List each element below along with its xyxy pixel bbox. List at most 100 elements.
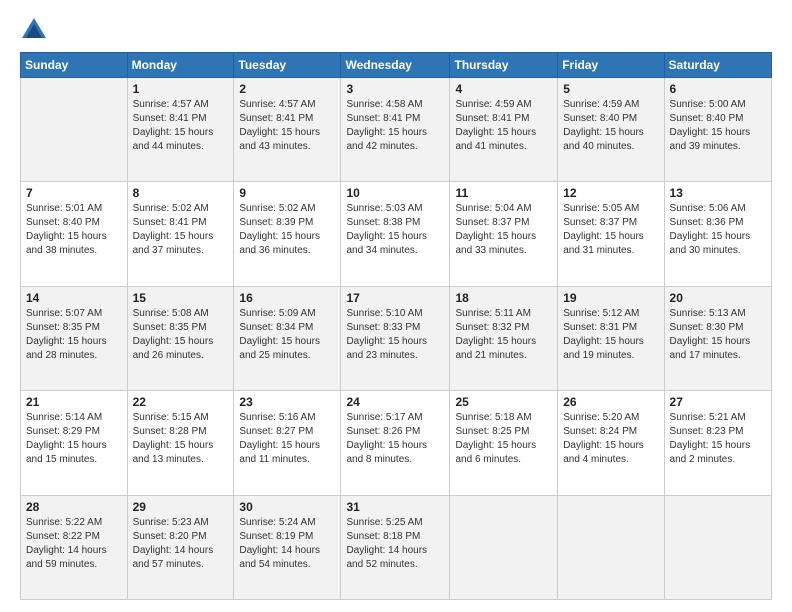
cell-date-number: 26 (563, 395, 658, 409)
calendar-cell: 8 Sunrise: 5:02 AM Sunset: 8:41 PM Daylig… (127, 182, 234, 286)
cell-date-number: 12 (563, 186, 658, 200)
cell-info-text: Sunrise: 4:58 AM Sunset: 8:41 PM Dayligh… (346, 98, 444, 154)
cell-date-number: 4 (455, 82, 552, 96)
cell-info-text: Sunrise: 5:23 AM Sunset: 8:20 PM Dayligh… (133, 516, 229, 572)
cell-info-text: Sunrise: 4:57 AM Sunset: 8:41 PM Dayligh… (133, 98, 229, 154)
cell-date-number: 21 (26, 395, 122, 409)
calendar-cell: 11Sunrise: 5:04 AM Sunset: 8:37 PM Dayli… (450, 182, 558, 286)
cell-info-text: Sunrise: 5:13 AM Sunset: 8:30 PM Dayligh… (670, 307, 766, 363)
day-header-wednesday: Wednesday (341, 53, 450, 78)
cell-date-number: 1 (133, 82, 229, 96)
cell-info-text: Sunrise: 5:07 AM Sunset: 8:35 PM Dayligh… (26, 307, 122, 363)
cell-date-number: 2 (239, 82, 335, 96)
calendar-cell: 16 Sunrise: 5:09 AM Sunset: 8:34 PM Dayli… (234, 286, 341, 390)
cell-info-text: Sunrise: 5:21 AM Sunset: 8:23 PM Dayligh… (670, 411, 766, 467)
cell-date-number: 23 (239, 395, 335, 409)
calendar-cell: 15 Sunrise: 5:08 AM Sunset: 8:35 PM Dayli… (127, 286, 234, 390)
cell-info-text: Sunrise: 5:04 AM Sunset: 8:37 PM Dayligh… (455, 202, 552, 258)
cell-date-number: 25 (455, 395, 552, 409)
day-header-sunday: Sunday (21, 53, 128, 78)
cell-date-number: 7 (26, 186, 122, 200)
calendar-cell: 26 Sunrise: 5:20 AM Sunset: 8:24 PM Dayli… (558, 391, 664, 495)
calendar-cell: 6 Sunrise: 5:00 AM Sunset: 8:40 PM Daylig… (664, 78, 771, 182)
cell-info-text: Sunrise: 5:16 AM Sunset: 8:27 PM Dayligh… (239, 411, 335, 467)
cell-date-number: 20 (670, 291, 766, 305)
cell-date-number: 3 (346, 82, 444, 96)
cell-date-number: 28 (26, 500, 122, 514)
cell-date-number: 29 (133, 500, 229, 514)
cell-info-text: Sunrise: 5:02 AM Sunset: 8:39 PM Dayligh… (239, 202, 335, 258)
day-header-monday: Monday (127, 53, 234, 78)
day-header-tuesday: Tuesday (234, 53, 341, 78)
calendar-cell: 23 Sunrise: 5:16 AM Sunset: 8:27 PM Dayli… (234, 391, 341, 495)
calendar-cell: 4 Sunrise: 4:59 AM Sunset: 8:41 PM Daylig… (450, 78, 558, 182)
cell-date-number: 27 (670, 395, 766, 409)
cell-info-text: Sunrise: 5:05 AM Sunset: 8:37 PM Dayligh… (563, 202, 658, 258)
cell-date-number: 30 (239, 500, 335, 514)
day-header-friday: Friday (558, 53, 664, 78)
cell-date-number: 31 (346, 500, 444, 514)
calendar-cell: 19 Sunrise: 5:12 AM Sunset: 8:31 PM Dayli… (558, 286, 664, 390)
cell-info-text: Sunrise: 5:10 AM Sunset: 8:33 PM Dayligh… (346, 307, 444, 363)
day-header-saturday: Saturday (664, 53, 771, 78)
calendar-table: SundayMondayTuesdayWednesdayThursdayFrid… (20, 52, 772, 600)
cell-info-text: Sunrise: 5:00 AM Sunset: 8:40 PM Dayligh… (670, 98, 766, 154)
calendar-cell: 17 Sunrise: 5:10 AM Sunset: 8:33 PM Dayli… (341, 286, 450, 390)
cell-info-text: Sunrise: 4:57 AM Sunset: 8:41 PM Dayligh… (239, 98, 335, 154)
calendar-week-row: 28 Sunrise: 5:22 AM Sunset: 8:22 PM Dayli… (21, 495, 772, 599)
cell-date-number: 8 (133, 186, 229, 200)
cell-date-number: 9 (239, 186, 335, 200)
calendar-cell: 28 Sunrise: 5:22 AM Sunset: 8:22 PM Dayli… (21, 495, 128, 599)
calendar-cell: 5 Sunrise: 4:59 AM Sunset: 8:40 PM Daylig… (558, 78, 664, 182)
header (20, 16, 772, 44)
calendar-cell: 24Sunrise: 5:17 AM Sunset: 8:26 PM Dayli… (341, 391, 450, 495)
cell-info-text: Sunrise: 5:09 AM Sunset: 8:34 PM Dayligh… (239, 307, 335, 363)
cell-date-number: 17 (346, 291, 444, 305)
calendar-cell: 14Sunrise: 5:07 AM Sunset: 8:35 PM Dayli… (21, 286, 128, 390)
day-header-thursday: Thursday (450, 53, 558, 78)
calendar-cell: 10 Sunrise: 5:03 AM Sunset: 8:38 PM Dayli… (341, 182, 450, 286)
calendar-cell: 3 Sunrise: 4:58 AM Sunset: 8:41 PM Daylig… (341, 78, 450, 182)
calendar-cell: 29 Sunrise: 5:23 AM Sunset: 8:20 PM Dayli… (127, 495, 234, 599)
cell-info-text: Sunrise: 5:11 AM Sunset: 8:32 PM Dayligh… (455, 307, 552, 363)
cell-info-text: Sunrise: 4:59 AM Sunset: 8:41 PM Dayligh… (455, 98, 552, 154)
cell-info-text: Sunrise: 5:03 AM Sunset: 8:38 PM Dayligh… (346, 202, 444, 258)
calendar-cell: 20 Sunrise: 5:13 AM Sunset: 8:30 PM Dayli… (664, 286, 771, 390)
logo (20, 16, 52, 44)
cell-date-number: 10 (346, 186, 444, 200)
cell-info-text: Sunrise: 5:20 AM Sunset: 8:24 PM Dayligh… (563, 411, 658, 467)
cell-date-number: 6 (670, 82, 766, 96)
calendar-cell: 7 Sunrise: 5:01 AM Sunset: 8:40 PM Daylig… (21, 182, 128, 286)
calendar-cell: 1 Sunrise: 4:57 AM Sunset: 8:41 PM Daylig… (127, 78, 234, 182)
cell-info-text: Sunrise: 5:24 AM Sunset: 8:19 PM Dayligh… (239, 516, 335, 572)
calendar-week-row: 7 Sunrise: 5:01 AM Sunset: 8:40 PM Daylig… (21, 182, 772, 286)
cell-date-number: 24 (346, 395, 444, 409)
cell-date-number: 16 (239, 291, 335, 305)
cell-info-text: Sunrise: 5:14 AM Sunset: 8:29 PM Dayligh… (26, 411, 122, 467)
cell-info-text: Sunrise: 5:06 AM Sunset: 8:36 PM Dayligh… (670, 202, 766, 258)
cell-info-text: Sunrise: 5:22 AM Sunset: 8:22 PM Dayligh… (26, 516, 122, 572)
cell-date-number: 18 (455, 291, 552, 305)
calendar-cell (664, 495, 771, 599)
cell-info-text: Sunrise: 5:01 AM Sunset: 8:40 PM Dayligh… (26, 202, 122, 258)
calendar-cell: 9 Sunrise: 5:02 AM Sunset: 8:39 PM Daylig… (234, 182, 341, 286)
calendar-cell: 13 Sunrise: 5:06 AM Sunset: 8:36 PM Dayli… (664, 182, 771, 286)
cell-info-text: Sunrise: 5:02 AM Sunset: 8:41 PM Dayligh… (133, 202, 229, 258)
calendar-cell: 25Sunrise: 5:18 AM Sunset: 8:25 PM Dayli… (450, 391, 558, 495)
cell-date-number: 5 (563, 82, 658, 96)
calendar-cell: 30 Sunrise: 5:24 AM Sunset: 8:19 PM Dayli… (234, 495, 341, 599)
cell-info-text: Sunrise: 5:25 AM Sunset: 8:18 PM Dayligh… (346, 516, 444, 572)
calendar-cell (558, 495, 664, 599)
calendar-week-row: 21 Sunrise: 5:14 AM Sunset: 8:29 PM Dayli… (21, 391, 772, 495)
cell-info-text: Sunrise: 5:08 AM Sunset: 8:35 PM Dayligh… (133, 307, 229, 363)
cell-date-number: 22 (133, 395, 229, 409)
cell-date-number: 19 (563, 291, 658, 305)
calendar-week-row: 14Sunrise: 5:07 AM Sunset: 8:35 PM Dayli… (21, 286, 772, 390)
cell-date-number: 15 (133, 291, 229, 305)
calendar-cell (21, 78, 128, 182)
cell-date-number: 13 (670, 186, 766, 200)
calendar-cell: 22Sunrise: 5:15 AM Sunset: 8:28 PM Dayli… (127, 391, 234, 495)
logo-icon (20, 16, 48, 44)
cell-info-text: Sunrise: 4:59 AM Sunset: 8:40 PM Dayligh… (563, 98, 658, 154)
cell-info-text: Sunrise: 5:12 AM Sunset: 8:31 PM Dayligh… (563, 307, 658, 363)
